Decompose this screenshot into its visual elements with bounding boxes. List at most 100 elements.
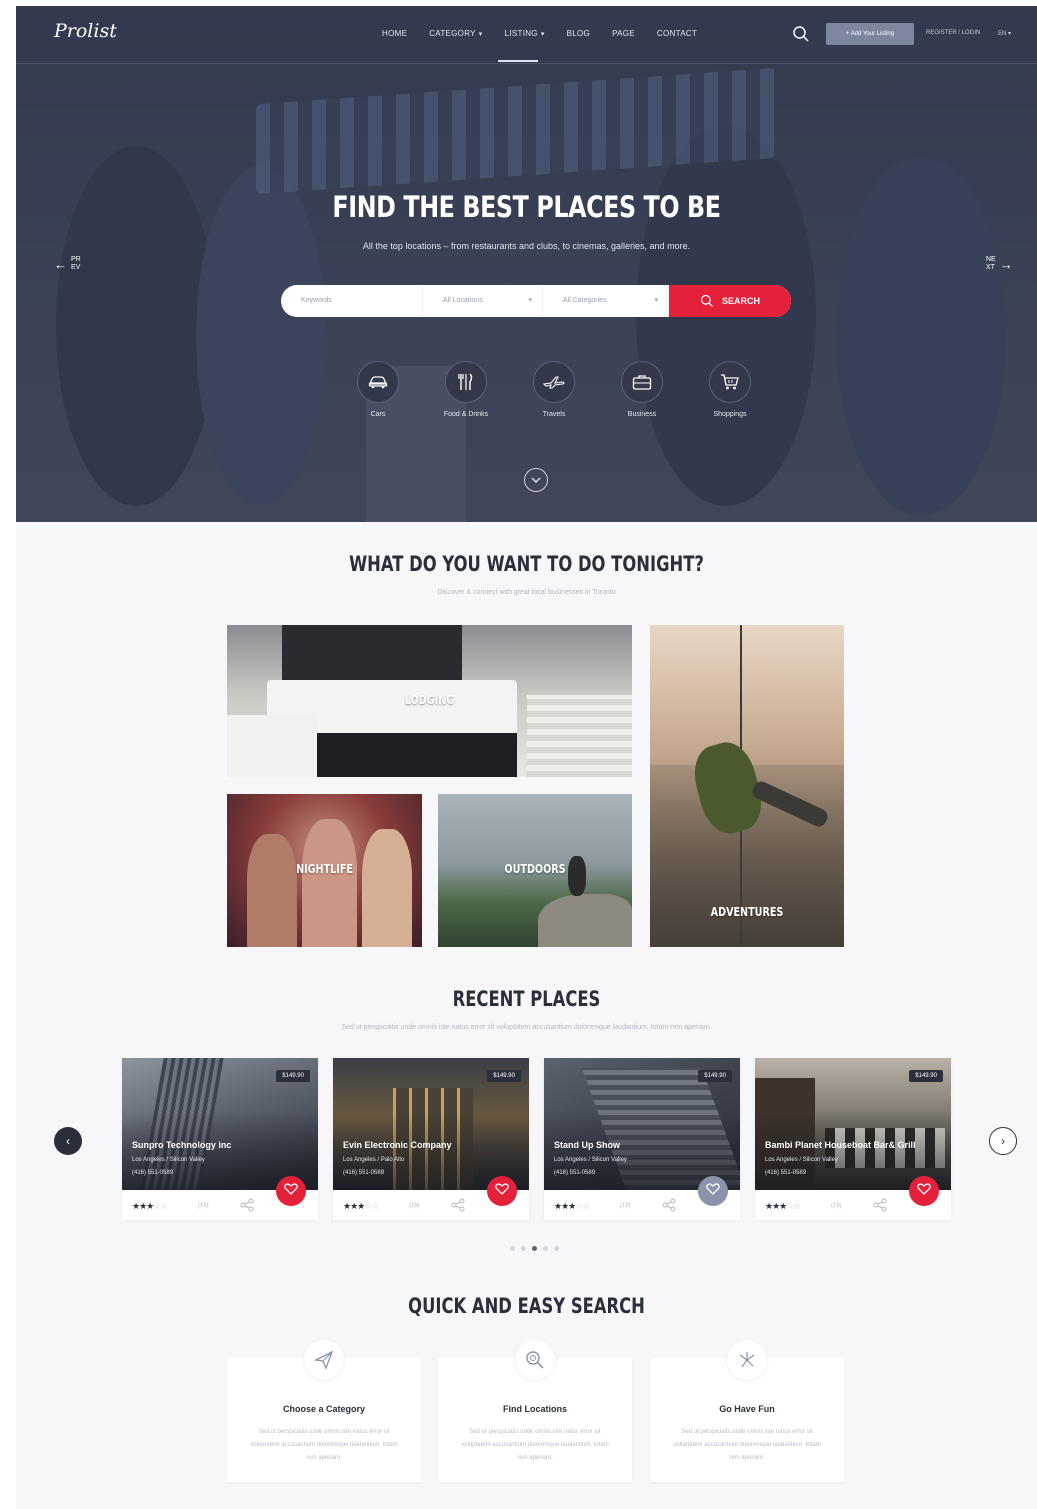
- categories-select[interactable]: All Categories ▾: [543, 285, 669, 317]
- search-icon[interactable]: [792, 25, 810, 43]
- place-name[interactable]: Sunpro Technology inc: [132, 1140, 231, 1150]
- carousel-prev-button[interactable]: ‹: [54, 1127, 82, 1155]
- add-listing-button[interactable]: + Add Your Listing: [826, 23, 914, 45]
- chevron-left-icon: ‹: [66, 1134, 70, 1148]
- place-location: Los Angeles / Silicon Valley: [132, 1157, 205, 1163]
- review-count: (19): [409, 1203, 420, 1209]
- hero-prev-button[interactable]: ← PR EV: [54, 256, 81, 272]
- carousel-pagination: [510, 1246, 559, 1251]
- people-shape: [247, 834, 297, 947]
- hero-next-button[interactable]: NE XT →: [986, 256, 1013, 272]
- category-travels[interactable]: Travels: [530, 361, 578, 418]
- category-cars[interactable]: Cars: [354, 361, 402, 418]
- pagination-dot[interactable]: [543, 1246, 548, 1251]
- price-badge: $149.90: [909, 1070, 943, 1082]
- step-title: Go Have Fun: [719, 1404, 775, 1414]
- locations-select[interactable]: All Locations ▾: [423, 285, 543, 317]
- share-icon[interactable]: [662, 1198, 676, 1212]
- category-shoppings[interactable]: Shoppings: [706, 361, 754, 418]
- nav-contact[interactable]: CONTACT: [657, 29, 697, 38]
- tile-adventures[interactable]: ADVENTURES: [650, 625, 844, 947]
- pagination-dot[interactable]: [521, 1246, 526, 1251]
- pagination-dot[interactable]: [510, 1246, 515, 1251]
- favorite-button[interactable]: [909, 1176, 939, 1206]
- nav-active-indicator: [498, 60, 538, 62]
- step-card: Choose a Category Sed ut perspiciatis un…: [227, 1340, 421, 1482]
- step-title: Find Locations: [503, 1404, 567, 1414]
- nav-category[interactable]: CATEGORY ▾: [429, 29, 482, 38]
- search-button[interactable]: SEARCH: [669, 285, 791, 317]
- nav-label: HOME: [382, 29, 408, 38]
- step-title: Choose a Category: [282, 1404, 366, 1414]
- headboard-shape: [282, 625, 462, 685]
- place-card[interactable]: $149.90 Bambi Planet Houseboat Bar& Gril…: [755, 1058, 951, 1220]
- people-shape: [302, 819, 357, 947]
- heart-icon: [495, 1182, 509, 1200]
- paper-plane-icon: [304, 1340, 344, 1380]
- nav-blog[interactable]: BLOG: [567, 29, 590, 38]
- place-name[interactable]: Evin Electronic Company: [343, 1140, 452, 1150]
- favorite-button[interactable]: [487, 1176, 517, 1206]
- nightstand-shape: [227, 715, 317, 777]
- prev-label-line: EV: [71, 264, 81, 271]
- search-icon: [700, 294, 713, 307]
- tile-lodging[interactable]: LODGING: [227, 625, 632, 777]
- nav-page[interactable]: PAGE: [612, 29, 635, 38]
- chevron-right-icon: ›: [1001, 1134, 1005, 1148]
- category-business[interactable]: Business: [618, 361, 666, 418]
- tile-nightlife[interactable]: NIGHTLIFE: [227, 794, 422, 947]
- price-badge: $149.90: [276, 1070, 310, 1082]
- star-rating: ★★★☆☆: [554, 1201, 590, 1211]
- top-navbar: Prolist HOME CATEGORY ▾ LISTING ▾ BLOG PAG…: [16, 6, 1037, 64]
- rock-shape: [538, 894, 632, 947]
- utensils-icon: [445, 361, 487, 403]
- place-name[interactable]: Stand Up Show: [554, 1140, 620, 1150]
- hero-title: FIND THE BEST PLACES TO BE: [332, 190, 721, 224]
- scroll-down-button[interactable]: [524, 468, 548, 492]
- share-icon[interactable]: [873, 1198, 887, 1212]
- place-location: Los Angeles / Silicon Valley: [765, 1157, 838, 1163]
- star-rating: ★★★☆☆: [132, 1201, 168, 1211]
- chevron-down-icon: ▾: [1008, 31, 1012, 37]
- keywords-input[interactable]: Keywords: [281, 285, 423, 317]
- share-icon[interactable]: [240, 1198, 254, 1212]
- price-badge: $149.90: [487, 1070, 521, 1082]
- place-image: $149.90 Evin Electronic Company Los Ange…: [333, 1058, 529, 1190]
- favorite-button[interactable]: [276, 1176, 306, 1206]
- place-card[interactable]: $149.90 Sunpro Technology inc Los Angele…: [122, 1058, 318, 1220]
- tile-label: OUTDOORS: [504, 862, 566, 876]
- nav-home[interactable]: HOME: [382, 29, 407, 38]
- rug-shape: [527, 695, 632, 777]
- tile-label: ADVENTURES: [710, 905, 784, 919]
- cart-icon: [709, 361, 751, 403]
- place-phone: (416) 551-0589: [343, 1170, 385, 1176]
- language-selector[interactable]: EN ▾: [998, 30, 1011, 37]
- logo[interactable]: Prolist: [54, 20, 117, 42]
- recent-subtitle: Sed ut perspiciatis unde omnis iste natu…: [341, 1024, 712, 1031]
- people-shape: [362, 829, 412, 947]
- chevron-down-icon: ▾: [478, 31, 483, 38]
- carousel-next-button[interactable]: ›: [989, 1127, 1017, 1155]
- categories-placeholder: All Categories: [563, 297, 607, 304]
- place-phone: (416) 551-0589: [132, 1170, 174, 1176]
- nav-listing[interactable]: LISTING ▾: [505, 29, 545, 38]
- place-card[interactable]: $149.90 Evin Electronic Company Los Ange…: [333, 1058, 529, 1220]
- favorite-button[interactable]: [698, 1176, 728, 1206]
- place-card[interactable]: $149.90 Stand Up Show Los Angeles / Sili…: [544, 1058, 740, 1220]
- place-name[interactable]: Bambi Planet Houseboat Bar& Grill: [765, 1140, 916, 1150]
- place-image: $149.90 Bambi Planet Houseboat Bar& Gril…: [755, 1058, 951, 1190]
- share-icon[interactable]: [451, 1198, 465, 1212]
- step-text: Sed ut perspiciatis unde omnis iste natu…: [673, 1429, 821, 1461]
- plane-icon: [533, 361, 575, 403]
- place-image: $149.90 Stand Up Show Los Angeles / Sili…: [544, 1058, 740, 1190]
- tile-label: NIGHTLIFE: [296, 862, 353, 876]
- category-food-drinks[interactable]: Food & Drinks: [442, 361, 490, 418]
- tile-outdoors[interactable]: OUTDOORS: [438, 794, 632, 947]
- pagination-dot[interactable]: [554, 1246, 559, 1251]
- arrow-right-icon: →: [999, 256, 1013, 272]
- heart-icon: [284, 1182, 298, 1200]
- step-text: Sed ut perspiciatis unde omnis iste natu…: [461, 1429, 609, 1461]
- pagination-dot-active[interactable]: [532, 1246, 537, 1251]
- category-label: Business: [627, 411, 657, 418]
- register-login-link[interactable]: REGISTER / LOGIN: [926, 30, 980, 36]
